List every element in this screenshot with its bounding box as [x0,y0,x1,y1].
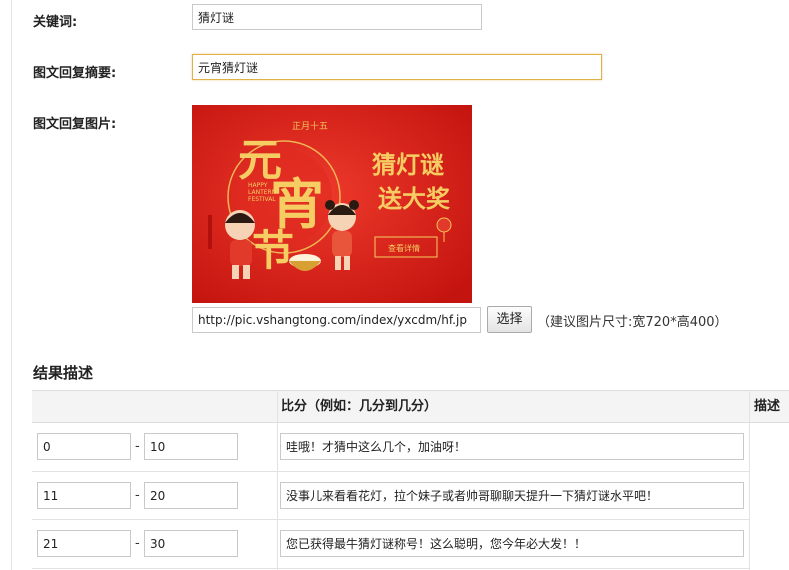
result-description-input[interactable] [280,530,744,557]
row-divider [32,471,749,472]
range-separator: - [135,488,140,503]
column-header-score: 比分（例如：几分到几分） [277,390,749,423]
result-description-input[interactable] [280,482,744,509]
keyword-input[interactable] [192,4,482,30]
score-from-input[interactable] [37,482,131,509]
poster-en-3: FESTIVAL [248,196,276,203]
image-url-input[interactable] [192,307,481,333]
row-divider [32,568,749,569]
results-table: 比分（例如：几分到几分） 描述 - - - [32,390,789,570]
column-divider [749,390,750,570]
summary-input[interactable] [192,54,602,80]
summary-label: 图文回复摘要: [33,66,117,81]
select-image-button[interactable]: 选择 [487,306,532,333]
results-section-title: 结果描述 [33,364,94,382]
poster-promo-line2: 送大奖 [378,184,451,213]
lantern-festival-poster: 正月十五 元 宵 节 HAPPY LANTERN FESTIVAL 猜灯谜 送大… [192,105,472,303]
score-to-input[interactable] [144,530,238,557]
image-size-hint: （建议图片尺寸:宽720*高400） [537,315,728,330]
score-from-input[interactable] [37,530,131,557]
result-description-input[interactable] [280,433,744,460]
column-divider [277,390,278,570]
poster-char-3: 节 [252,226,294,275]
image-label: 图文回复图片: [33,117,117,132]
range-separator: - [135,439,140,454]
score-to-input[interactable] [144,482,238,509]
poster-lunar-date: 正月十五 [292,120,328,132]
left-divider [11,0,12,570]
poster-detail-button: 查看详情 [388,243,420,253]
poster-en-2: LANTERN [248,189,276,196]
column-header-range [32,390,277,423]
score-to-input[interactable] [144,433,238,460]
score-from-input[interactable] [37,433,131,460]
range-separator: - [135,536,140,551]
keyword-label: 关键词: [33,15,78,30]
row-divider [32,519,749,520]
poster-en-1: HAPPY [248,182,268,189]
column-header-description: 描述 [749,390,789,423]
poster-promo-line1: 猜灯谜 [371,150,444,179]
